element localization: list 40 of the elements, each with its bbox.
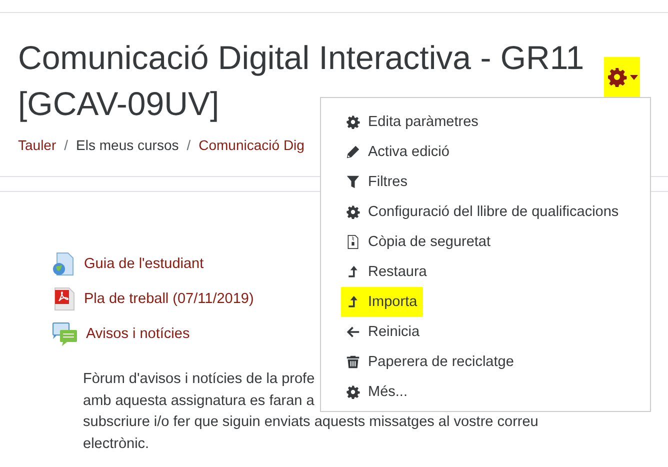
upload-arrow-icon [346, 265, 360, 279]
pencil-icon [346, 145, 360, 159]
description-text: subscriure i/o fer que siguin enviats aquests missatges al vostre correu [83, 413, 538, 432]
breadcrumb-link[interactable]: Tauler [18, 137, 56, 153]
activity-link[interactable]: Guia de l'estudiant [84, 256, 204, 272]
activity-link[interactable]: Pla de treball (07/11/2019) [84, 290, 254, 306]
menu-item[interactable]: Importa [341, 287, 424, 317]
menu-item[interactable]: Restaura [341, 257, 433, 287]
settings-icon [346, 385, 360, 399]
menu-item[interactable]: Activa edició [341, 137, 456, 167]
settings-button[interactable] [604, 57, 640, 97]
breadcrumb-link[interactable]: Comunicació Dig [198, 137, 304, 153]
pdf-icon [52, 286, 76, 310]
description-text: amb aquesta assignatura es faran a [83, 392, 314, 411]
settings-icon [606, 67, 626, 87]
activity-link[interactable]: Avisos i notícies [86, 326, 190, 342]
caret-icon [630, 74, 638, 80]
page-icon [52, 252, 76, 276]
breadcrumb-separator: / [186, 137, 191, 153]
description-text: electrònic. [83, 435, 150, 454]
page-title: Comunicació Digital Interactiva - GR11 [18, 38, 584, 78]
menu-item[interactable]: Més... [341, 377, 414, 407]
breadcrumb-separator: / [64, 137, 68, 153]
breadcrumb-item: Els meus cursos [76, 137, 179, 153]
filter-icon [346, 175, 360, 189]
page-title: [GCAV-09UV] [18, 84, 220, 124]
arrow-left-icon [346, 325, 360, 339]
forum-icon [52, 322, 78, 346]
menu-item[interactable]: Configuració del llibre de qualificacions [341, 197, 625, 227]
menu-item[interactable]: Filtres [341, 167, 414, 197]
description-text: Fòrum d'avisos i notícies de la profe [83, 370, 315, 389]
archive-file-icon [346, 235, 360, 249]
menu-item[interactable]: Edita paràmetres [341, 107, 484, 137]
menu-item[interactable]: Paperera de reciclatge [341, 347, 520, 377]
menu-item[interactable]: Còpia de seguretat [341, 227, 497, 257]
upload-arrow-icon [346, 295, 360, 309]
settings-icon [346, 115, 360, 129]
menu-item[interactable]: Reinicia [341, 317, 426, 347]
trash-icon [346, 355, 360, 369]
settings-icon [346, 205, 360, 219]
